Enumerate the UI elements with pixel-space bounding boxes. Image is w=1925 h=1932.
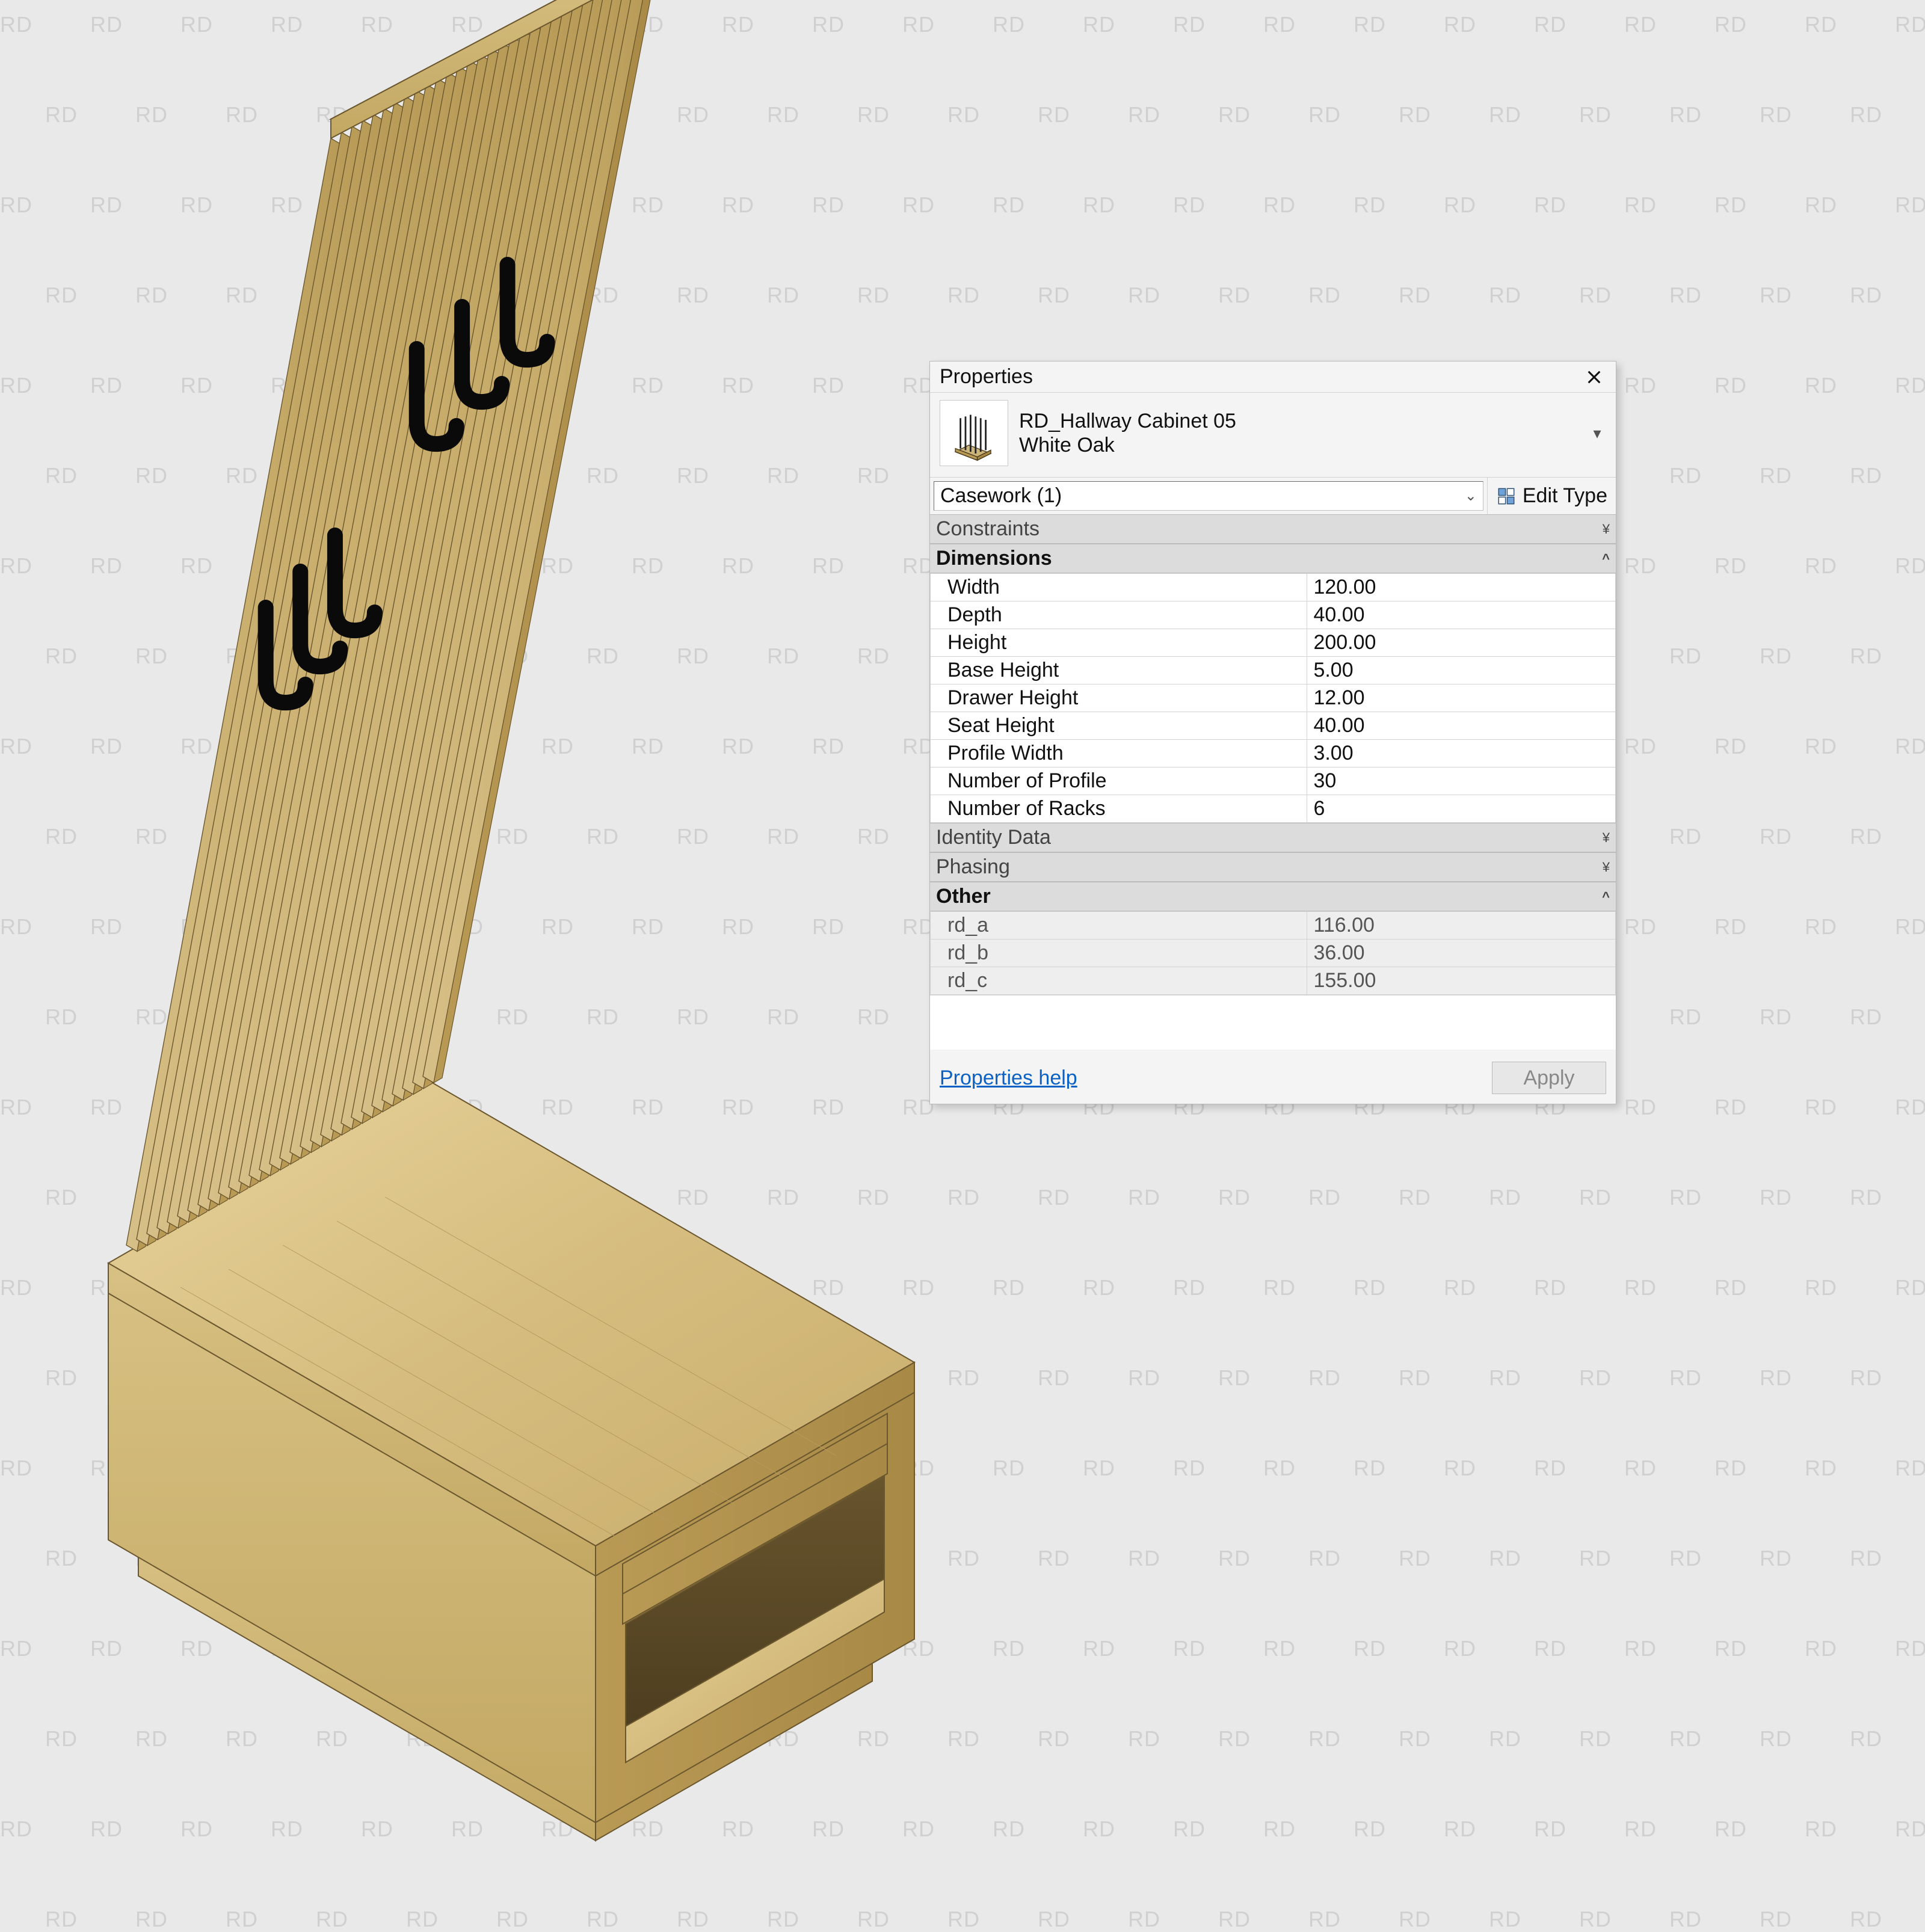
- param-value[interactable]: 40.00: [1307, 712, 1616, 740]
- category-filter-combo[interactable]: Casework (1) ⌄: [934, 481, 1483, 511]
- param-value: 116.00: [1307, 912, 1616, 940]
- edit-type-label: Edit Type: [1523, 484, 1607, 508]
- chevron-down-icon: ⌄: [1465, 487, 1477, 505]
- category-filter-label: Casework (1): [940, 484, 1062, 508]
- other-table: rd_a116.00rd_b36.00rd_c155.00: [930, 911, 1616, 995]
- param-name: Width: [931, 574, 1307, 601]
- close-icon[interactable]: [1582, 366, 1606, 389]
- family-thumbnail: [940, 400, 1008, 466]
- edit-type-icon: [1496, 486, 1517, 506]
- dimensions-table: Width120.00Depth40.00Height200.00Base He…: [930, 573, 1616, 823]
- apply-button[interactable]: Apply: [1492, 1062, 1606, 1094]
- section-identity[interactable]: Identity Data¥: [930, 823, 1616, 852]
- param-value[interactable]: 200.00: [1307, 629, 1616, 657]
- param-name: Height: [931, 629, 1307, 657]
- chevron-down-icon[interactable]: ▾: [1588, 424, 1606, 443]
- param-name: rd_b: [931, 940, 1307, 967]
- family-type: White Oak: [1019, 433, 1577, 457]
- family-name: RD_Hallway Cabinet 05: [1019, 409, 1577, 433]
- param-name: Drawer Height: [931, 685, 1307, 712]
- param-value[interactable]: 30: [1307, 768, 1616, 795]
- param-value[interactable]: 40.00: [1307, 601, 1616, 629]
- param-value: 36.00: [1307, 940, 1616, 967]
- param-value[interactable]: 120.00: [1307, 574, 1616, 601]
- param-name: Profile Width: [931, 740, 1307, 768]
- param-name: Depth: [931, 601, 1307, 629]
- edit-type-button[interactable]: Edit Type: [1487, 478, 1616, 514]
- param-name: rd_c: [931, 967, 1307, 995]
- section-other[interactable]: Other^: [930, 882, 1616, 911]
- param-value[interactable]: 12.00: [1307, 685, 1616, 712]
- section-dimensions[interactable]: Dimensions^: [930, 544, 1616, 573]
- param-name: rd_a: [931, 912, 1307, 940]
- panel-title: Properties: [940, 365, 1033, 389]
- section-phasing[interactable]: Phasing¥: [930, 852, 1616, 882]
- section-constraints[interactable]: Constraints¥: [930, 514, 1616, 544]
- param-value: 155.00: [1307, 967, 1616, 995]
- param-name: Number of Profile: [931, 768, 1307, 795]
- param-value[interactable]: 6: [1307, 795, 1616, 823]
- properties-help-link[interactable]: Properties help: [940, 1066, 1077, 1090]
- param-name: Seat Height: [931, 712, 1307, 740]
- param-name: Number of Racks: [931, 795, 1307, 823]
- param-value[interactable]: 5.00: [1307, 657, 1616, 685]
- properties-panel: Properties: [929, 361, 1616, 1104]
- type-selector[interactable]: RD_Hallway Cabinet 05 White Oak ▾: [930, 393, 1616, 477]
- param-name: Base Height: [931, 657, 1307, 685]
- param-value[interactable]: 3.00: [1307, 740, 1616, 768]
